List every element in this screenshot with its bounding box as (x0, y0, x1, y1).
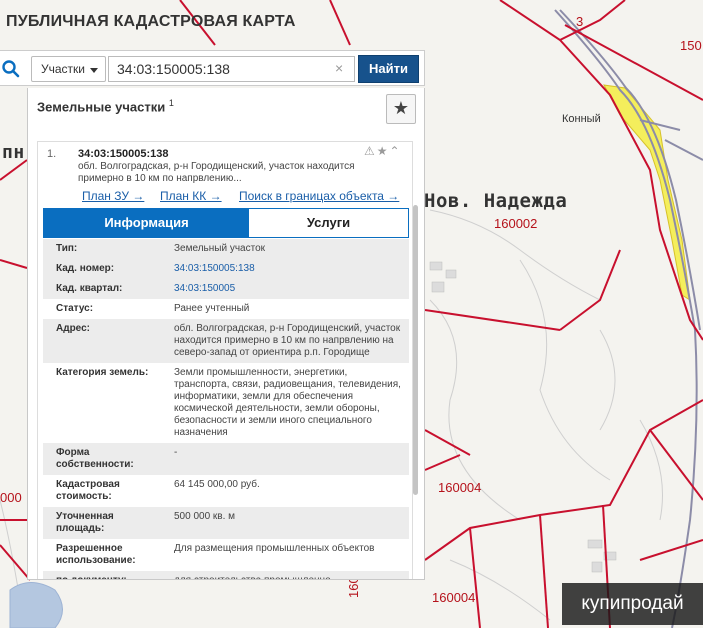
properties-table: Тип: Земельный участок Кад. номер: 34:03… (43, 239, 409, 579)
prop-value: Земельный участок (174, 243, 266, 254)
prop-row: по документу: для строительства промышле… (43, 571, 409, 579)
panel-title-text: Земельные участки (37, 99, 166, 115)
results-count: 1 (168, 98, 174, 108)
result-card: 1. 34:03:150005:138 обл. Волгоградская, … (37, 141, 418, 579)
warning-star-collapse-icons[interactable]: ⚠★⌃ (364, 144, 402, 158)
prop-value: 500 000 кв. м (174, 511, 236, 522)
result-cadnum[interactable]: 34:03:150005:138 (78, 148, 169, 160)
find-button[interactable]: Найти (358, 55, 419, 83)
prop-row: Тип: Земельный участок (43, 239, 409, 259)
prop-row: Статус: Ранее учтенный (43, 299, 409, 319)
prop-row: Кадастровая стоимость: 64 145 000,00 руб… (43, 475, 409, 507)
prop-key: Адрес: (56, 323, 90, 334)
scrollbar-thumb[interactable] (413, 205, 418, 495)
object-type-value: Участки (41, 62, 85, 76)
prop-row: Адрес: обл. Волгоградская, р-н Городищен… (43, 319, 409, 363)
prop-row: Кад. квартал: 34:03:150005 (43, 279, 409, 299)
prop-key: Кад. квартал: (56, 283, 123, 294)
prop-value: Для размещения промышленных объектов (174, 543, 375, 554)
map-label-000: 000 (0, 490, 22, 505)
prop-value-link[interactable]: 34:03:150005:138 (163, 259, 409, 279)
prop-key: Тип: (56, 243, 78, 254)
map-label-150: 150 (680, 38, 702, 53)
result-address: обл. Волгоградская, р-н Городищенский, у… (78, 161, 355, 184)
prop-key: Форма собственности: (56, 447, 134, 470)
clear-search-icon[interactable]: × (335, 60, 343, 76)
map-label-nov-nadezhda: Нов. Надежда (424, 190, 568, 212)
result-index: 1. (47, 148, 57, 160)
prop-value: Земли промышленности, энергетики, трансп… (174, 367, 401, 438)
prop-key: Уточненная площадь: (56, 511, 114, 534)
prop-row: Кад. номер: 34:03:150005:138 (43, 259, 409, 279)
object-type-select[interactable]: Участки (31, 56, 106, 82)
prop-value: Ранее учтенный (174, 303, 250, 314)
prop-value: для строительства промышленно- (163, 571, 409, 579)
search-bar: Участки × Найти (0, 50, 425, 86)
prop-row: Форма собственности: - (43, 443, 409, 475)
prop-key: Кад. номер: (56, 263, 115, 274)
map-label-160004-b: 160004 (432, 590, 476, 605)
search-input[interactable] (108, 56, 355, 82)
prop-key: Категория земель: (56, 367, 149, 378)
search-icon[interactable] (2, 59, 22, 79)
prop-row: Разрешенное использование: Для размещени… (43, 539, 409, 571)
favorites-button[interactable]: ★ (386, 94, 416, 124)
map-label-pn: пн (2, 142, 25, 163)
page-title: ПУБЛИЧНАЯ КАДАСТРОВАЯ КАРТА (6, 13, 296, 30)
prop-key: Разрешенное использование: (56, 543, 136, 566)
results-panel: Земельные участки 1 ★ 1. 34:03:150005:13… (27, 88, 425, 580)
panel-title: Земельные участки 1 (37, 98, 174, 114)
watermark-logo: купипродай (562, 583, 703, 625)
panel-scrollbar[interactable] (411, 195, 419, 579)
search-bounds-link[interactable]: Поиск в границах объекта → (239, 189, 399, 203)
prop-key: Статус: (56, 303, 94, 314)
map-label-160004: 160004 (438, 480, 482, 495)
map-label-3: 3 (576, 14, 584, 29)
tab-services[interactable]: Услуги (249, 209, 408, 237)
map-label-160002: 160002 (494, 216, 538, 231)
prop-value-link[interactable]: 34:03:150005 (163, 279, 409, 299)
prop-key: по документу: (43, 571, 163, 579)
plan-zu-link[interactable]: План ЗУ → (82, 189, 144, 203)
plan-kk-link[interactable]: План КК → (160, 189, 222, 203)
chevron-down-icon (90, 68, 98, 73)
info-tabs: Информация Услуги (43, 208, 409, 238)
prop-row: Категория земель: Земли промышленности, … (43, 363, 409, 443)
prop-key: Кадастровая стоимость: (56, 479, 120, 502)
tab-information[interactable]: Информация (44, 209, 249, 237)
star-icon: ★ (392, 98, 410, 118)
prop-value: 64 145 000,00 руб. (174, 479, 260, 490)
prop-value: обл. Волгоградская, р-н Городищенский, у… (174, 323, 401, 358)
map-label-konny: Конный (562, 113, 601, 125)
prop-row: Уточненная площадь: 500 000 кв. м (43, 507, 409, 539)
prop-value: - (174, 447, 178, 458)
